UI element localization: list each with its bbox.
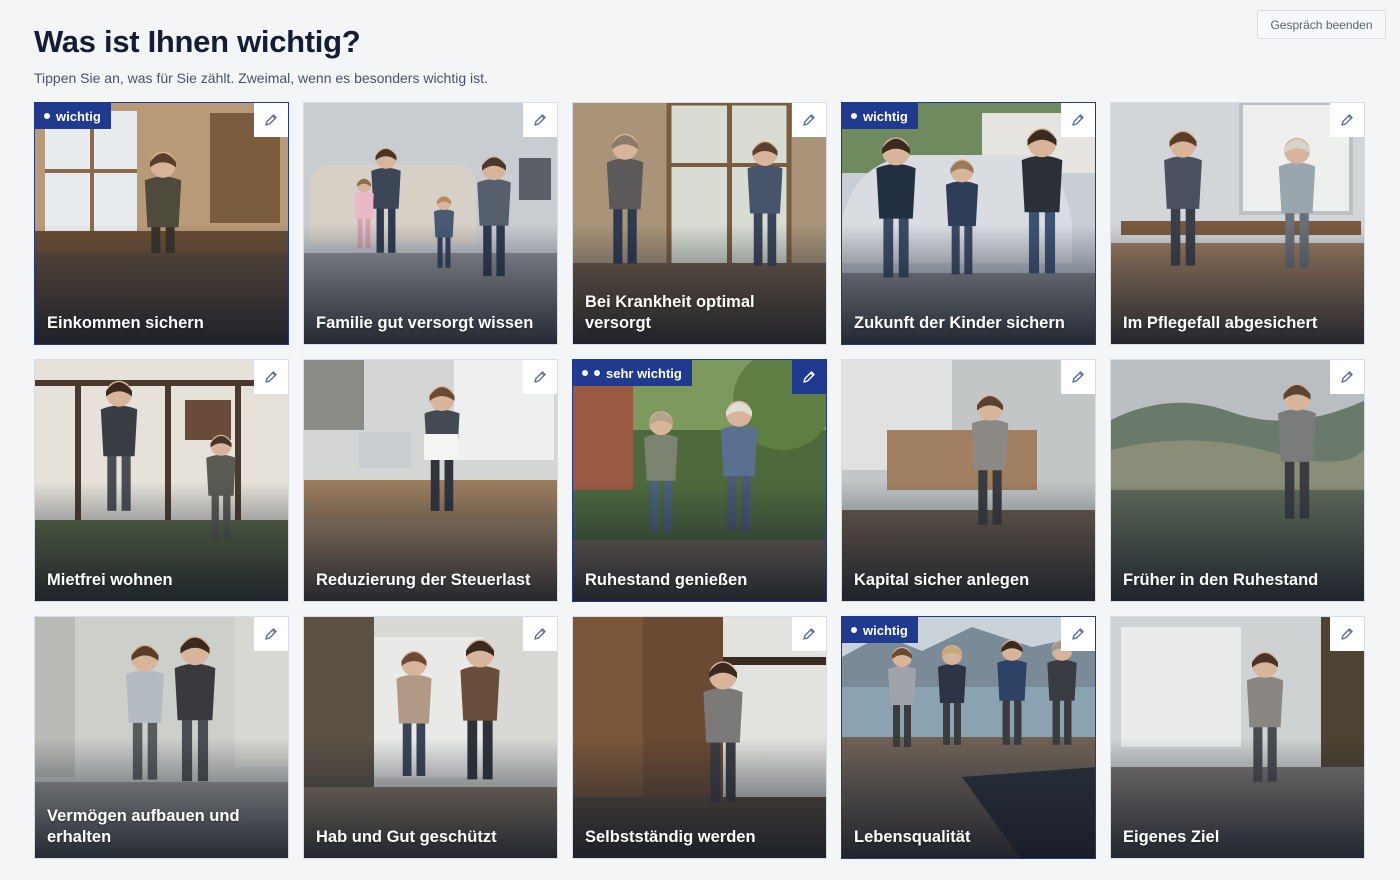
goal-tile[interactable]: Eigenes Ziel [1110, 616, 1365, 859]
goal-label: Lebensqualität [854, 828, 971, 846]
goal-label: Ruhestand genießen [585, 571, 748, 589]
edit-pencil-icon[interactable] [254, 360, 288, 394]
goal-label: Bei Krankheit optimal versorgt [585, 293, 755, 332]
goal-tile[interactable]: Mietfrei wohnen [34, 359, 289, 602]
edit-pencil-icon[interactable] [792, 617, 826, 651]
goal-tile[interactable]: Vermögen aufbauen und erhalten [34, 616, 289, 859]
edit-pencil-icon[interactable] [1330, 617, 1364, 651]
importance-badge-text: wichtig [56, 108, 101, 124]
edit-pencil-icon[interactable] [1061, 617, 1095, 651]
goal-label: Kapital sicher anlegen [854, 571, 1030, 589]
importance-badge-text: wichtig [863, 622, 908, 638]
edit-pencil-icon[interactable] [1061, 103, 1095, 137]
goal-tile[interactable]: Zukunft der Kinder sichern wichtig [841, 102, 1096, 345]
goal-label: Eigenes Ziel [1123, 828, 1220, 846]
edit-pencil-icon[interactable] [1330, 360, 1364, 394]
goal-label: Im Pflegefall abgesichert [1123, 314, 1318, 332]
importance-dot-icon [594, 370, 600, 376]
goal-tile[interactable]: Hab und Gut geschützt [303, 616, 558, 859]
goal-tile[interactable]: Familie gut versorgt wissen [303, 102, 558, 345]
importance-badge-text: sehr wichtig [606, 365, 682, 381]
goal-label: Reduzierung der Steuerlast [316, 571, 531, 589]
goal-label: Mietfrei wohnen [47, 571, 173, 589]
edit-pencil-icon[interactable] [1330, 103, 1364, 137]
edit-pencil-icon[interactable] [523, 360, 557, 394]
page-subtitle: Tippen Sie an, was für Sie zählt. Zweima… [34, 70, 488, 86]
importance-badge-text: wichtig [863, 108, 908, 124]
goal-tile[interactable]: Früher in den Ruhestand [1110, 359, 1365, 602]
importance-badge: wichtig [842, 103, 918, 129]
edit-pencil-icon[interactable] [254, 617, 288, 651]
edit-pencil-icon[interactable] [523, 103, 557, 137]
goal-tile[interactable]: Im Pflegefall abgesichert [1110, 102, 1365, 345]
goal-tile[interactable]: Kapital sicher anlegen [841, 359, 1096, 602]
importance-dot-icon [582, 370, 588, 376]
importance-dot-icon [851, 113, 857, 119]
edit-pencil-icon[interactable] [792, 360, 826, 394]
importance-badge: wichtig [35, 103, 111, 129]
goal-tile[interactable]: Selbstständig werden [572, 616, 827, 859]
goal-tile[interactable]: Bei Krankheit optimal versorgt [572, 102, 827, 345]
goal-label: Selbstständig werden [585, 828, 756, 846]
goal-label: Hab und Gut geschützt [316, 828, 497, 846]
importance-dot-icon [851, 627, 857, 633]
edit-pencil-icon[interactable] [254, 103, 288, 137]
goal-tile[interactable]: Lebensqualität wichtig [841, 616, 1096, 859]
goal-label: Zukunft der Kinder sichern [854, 314, 1065, 332]
goal-tile[interactable]: Reduzierung der Steuerlast [303, 359, 558, 602]
goal-grid: Einkommen sichern wichtig Familie gut ve… [34, 102, 1365, 859]
end-conversation-button[interactable]: Gespräch beenden [1257, 10, 1386, 39]
goal-tile[interactable]: Einkommen sichern wichtig [34, 102, 289, 345]
edit-pencil-icon[interactable] [523, 617, 557, 651]
goal-tile[interactable]: Ruhestand genießen sehr wichtig [572, 359, 827, 602]
goal-label: Vermögen aufbauen und erhalten [47, 807, 240, 846]
goal-label: Früher in den Ruhestand [1123, 571, 1319, 589]
edit-pencil-icon[interactable] [792, 103, 826, 137]
goal-label: Familie gut versorgt wissen [316, 314, 534, 332]
importance-dot-icon [44, 113, 50, 119]
page-title: Was ist Ihnen wichtig? [34, 24, 361, 59]
importance-badge: sehr wichtig [573, 360, 692, 386]
edit-pencil-icon[interactable] [1061, 360, 1095, 394]
goal-label: Einkommen sichern [47, 314, 204, 332]
importance-badge: wichtig [842, 617, 918, 643]
